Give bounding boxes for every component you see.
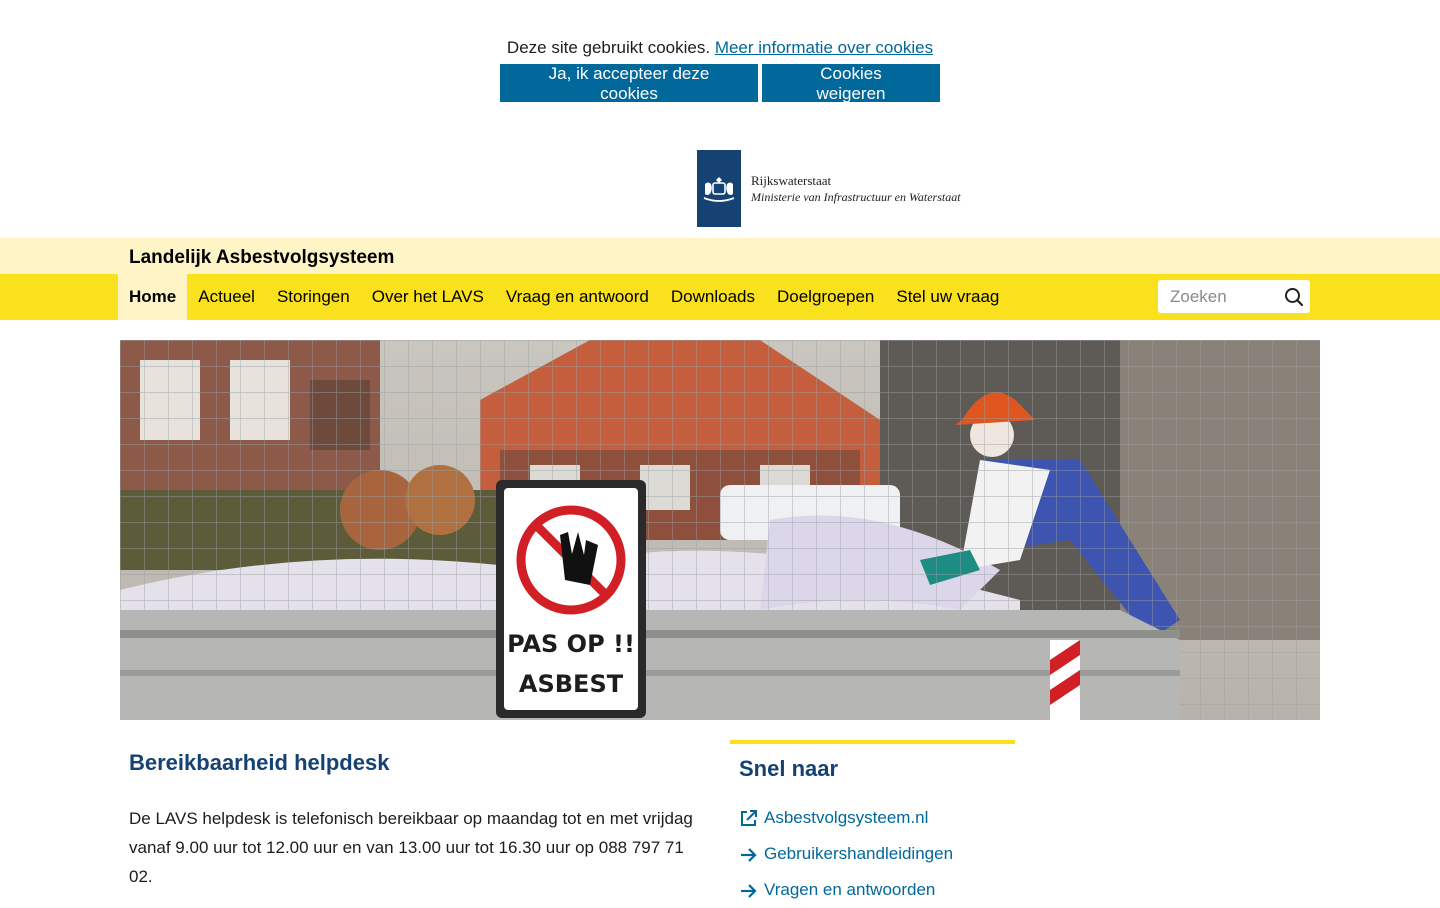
helpdesk-text: De LAVS helpdesk is telefonisch bereikba…: [129, 809, 693, 886]
nav-item-doelgroepen[interactable]: Doelgroepen: [766, 274, 885, 320]
search-input[interactable]: [1158, 280, 1280, 313]
hero-sign-line2: ASBEST: [519, 670, 624, 698]
accept-cookies-button[interactable]: Ja, ik accepteer deze cookies: [500, 64, 758, 103]
nav-item-vraag-en-antwoord[interactable]: Vraag en antwoord: [495, 274, 660, 320]
site-title[interactable]: Landelijk Asbestvolgsysteem: [129, 247, 394, 269]
logo-org-name: Rijkswaterstaat: [751, 172, 832, 188]
nav-item-downloads[interactable]: Downloads: [660, 274, 766, 320]
nav-item-stel-uw-vraag[interactable]: Stel uw vraag: [885, 274, 1010, 320]
helpdesk-section: Bereikbaarheid helpdesk De LAVS helpdesk…: [129, 750, 694, 891]
logo-ministry-name: Ministerie van Infrastructuur en Waterst…: [751, 189, 961, 204]
arrow-right-icon: [739, 881, 758, 900]
quicklinks-heading: Snel naar: [739, 756, 839, 781]
cookie-more-info-link[interactable]: Meer informatie over cookies: [715, 38, 933, 57]
nav-item-over-het-lavs[interactable]: Over het LAVS: [361, 274, 495, 320]
nav-item-actueel[interactable]: Actueel: [187, 274, 266, 320]
site-title-band: Landelijk Asbestvolgsysteem: [0, 238, 1440, 274]
coat-of-arms-icon: [697, 150, 741, 227]
arrow-right-icon: [739, 845, 758, 864]
nav-items: Home Actueel Storingen Over het LAVS Vraag e…: [118, 274, 1010, 320]
cookie-buttons: Ja, ik accepteer deze cookies Cookies we…: [0, 64, 1440, 103]
main-navigation: Home Actueel Storingen Over het LAVS Vraag e…: [0, 274, 1440, 320]
cookie-message-line: Deze site gebruikt cookies. Meer informa…: [0, 38, 1440, 58]
logo-text: Rijkswaterstaat Ministerie van Infrastru…: [751, 173, 961, 205]
search-box: [1158, 280, 1310, 313]
nav-item-storingen[interactable]: Storingen: [266, 274, 361, 320]
helpdesk-heading: Bereikbaarheid helpdesk: [129, 750, 390, 775]
hero-sign-line1: PAS OP !!: [507, 630, 635, 658]
quicklink-item[interactable]: Asbestvolgsysteem.nl: [739, 800, 1015, 836]
quicklink-gebruikershandleidingen[interactable]: Gebruikershandleidingen: [764, 844, 953, 864]
external-link-icon: [739, 809, 758, 828]
hero-image: PAS OP !! ASBEST: [120, 340, 1320, 720]
search-icon[interactable]: [1282, 285, 1306, 309]
cookie-message: Deze site gebruikt cookies.: [506, 38, 711, 57]
quicklink-vragen-en-antwoorden[interactable]: Vragen en antwoorden: [764, 880, 935, 900]
logo[interactable]: Rijkswaterstaat Ministerie van Infrastru…: [697, 150, 961, 227]
quicklinks-section: Snel naar Asbestvolgsysteem.nl Gebruiker…: [730, 740, 1015, 908]
refuse-cookies-button[interactable]: Cookies weigeren: [762, 64, 940, 103]
nav-item-home[interactable]: Home: [118, 274, 188, 320]
quicklink-item[interactable]: Vragen en antwoorden: [739, 872, 1015, 908]
cookie-banner: Deze site gebruikt cookies. Meer informa…: [0, 38, 1440, 103]
quicklinks-list: Asbestvolgsysteem.nl Gebruikershandleidi…: [730, 800, 1015, 908]
quicklink-asbestvolgsysteem[interactable]: Asbestvolgsysteem.nl: [764, 808, 928, 828]
quicklink-item[interactable]: Gebruikershandleidingen: [739, 836, 1015, 872]
